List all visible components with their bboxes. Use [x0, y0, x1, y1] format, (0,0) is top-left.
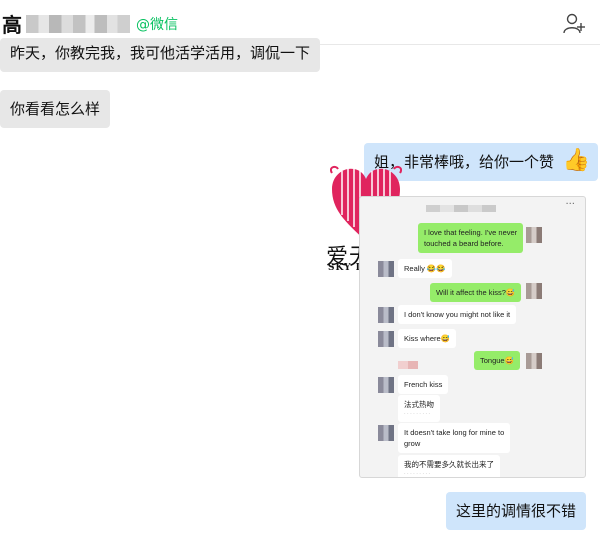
message-bubble[interactable]: 这里的调情很不错 [446, 492, 587, 530]
message-text: 这里的调情很不错 [456, 502, 577, 520]
avatar [378, 425, 394, 441]
blurred-name [26, 14, 130, 33]
add-user-icon[interactable] [562, 11, 586, 35]
message-bubble[interactable]: 昨天，你教完我，我可他活学活用，调侃一下 [0, 38, 321, 72]
reaction-sticker [398, 361, 418, 369]
contact-name: 高 @微信 [2, 9, 178, 38]
avatar [378, 331, 394, 347]
contact-name-char: 高 [2, 13, 22, 37]
blurred-title [426, 205, 496, 212]
avatar [378, 261, 394, 277]
avatar [526, 283, 542, 299]
inner-bubble: It doesn't take long for mine to grow [398, 423, 511, 453]
message-text: 昨天，你教完我，我可他活学活用，调侃一下 [10, 44, 311, 62]
inner-bubble: Will it affect the kiss?😅 [430, 283, 522, 302]
inner-bubble: French kiss [398, 375, 449, 394]
avatar [378, 377, 394, 393]
inner-bubble: I love that feeling. I've never touched … [418, 223, 524, 253]
more-icon: ··· [565, 199, 575, 210]
inner-bubble: I don't know you might not like it [398, 305, 517, 324]
translation-note: · · · · · · · · · [404, 411, 431, 417]
translated-bubble: 法式热吻 · · · · · · · · · [398, 395, 440, 422]
avatar [526, 353, 542, 369]
inner-bubble: Really 😂😂 [398, 259, 452, 278]
inner-chat-header: ··· [360, 197, 585, 219]
image-message[interactable]: ··· I love that feeling. I've never touc… [359, 196, 586, 478]
avatar [526, 227, 542, 243]
translation-note: · · · · · · · · · [404, 471, 431, 477]
thumbs-up-icon: 👍 [562, 148, 591, 173]
inner-bubble: Tongue😅 [474, 351, 520, 370]
avatar [378, 307, 394, 323]
translated-bubble: 我的不需要多久就长出来了 · · · · · · · · · [398, 455, 500, 477]
message-text: 你看看怎么样 [10, 100, 101, 118]
wechat-tag: @微信 [136, 16, 178, 33]
inner-bubble: Kiss where😅 [398, 329, 457, 348]
message-bubble[interactable]: 你看看怎么样 [0, 90, 111, 128]
